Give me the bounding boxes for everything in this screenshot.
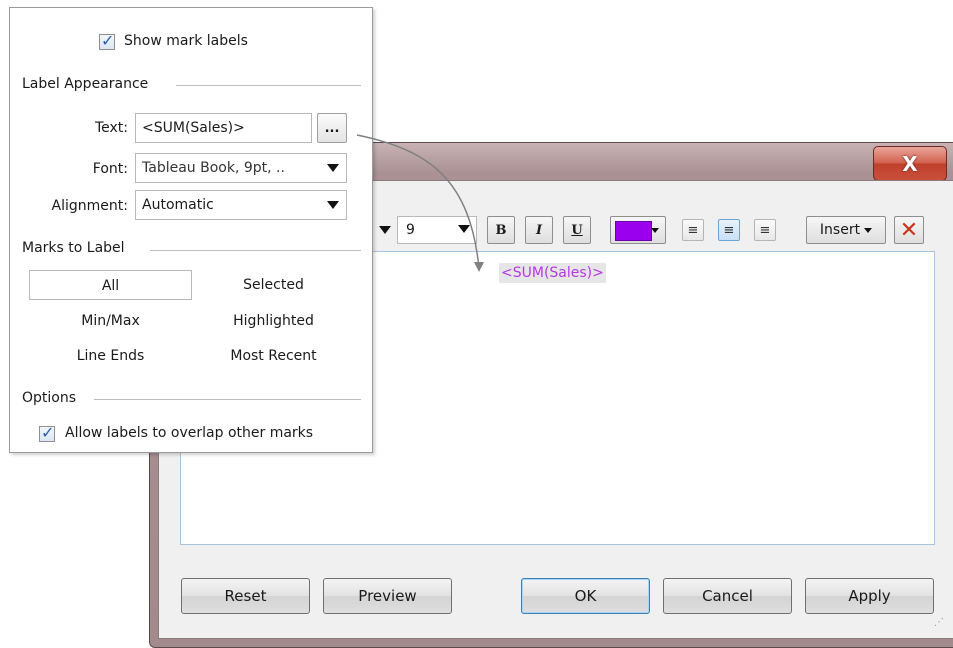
connector-arrow-icon <box>356 134 484 272</box>
